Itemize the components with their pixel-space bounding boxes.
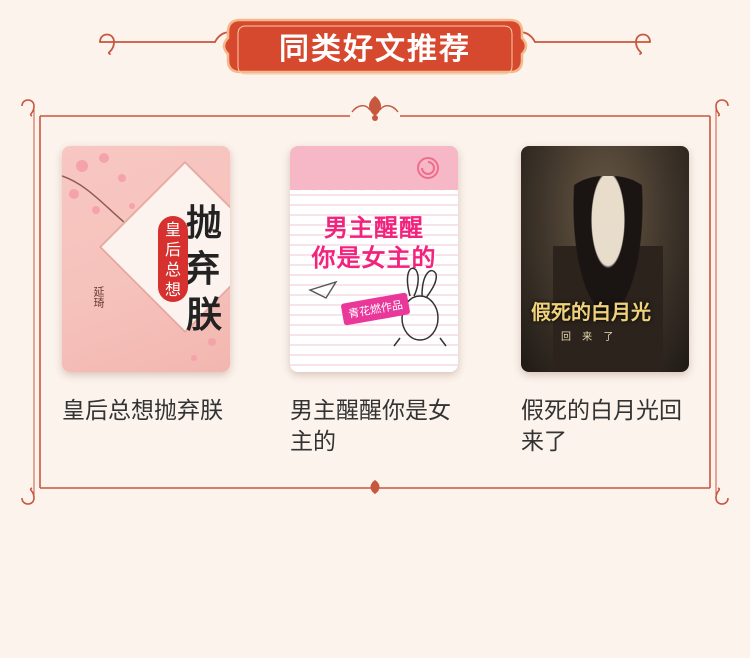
book-card-1[interactable]: 抛 弃 朕 皇后总想 延琦 皇后总想抛弃朕 (62, 146, 230, 427)
book-cover[interactable]: 男主醒醒 你是女主的 青花燃作品 (290, 146, 458, 372)
book-cover[interactable]: 抛 弃 朕 皇后总想 延琦 (62, 146, 230, 372)
book-title[interactable]: 男主醒醒你是女主的 (290, 396, 460, 458)
cover-subtitle-pill: 皇后总想 (158, 216, 188, 302)
cover-title: 假死的白月光 (531, 300, 651, 324)
book-title[interactable]: 假死的白月光回来了 (521, 396, 691, 458)
cover-char-2: 弃 (184, 248, 221, 290)
cover-subtitle: 回 来 了 (561, 332, 618, 343)
cover-char-1: 抛 (186, 202, 223, 244)
cover-char-3: 朕 (186, 294, 223, 336)
book-card-3[interactable]: 假死的白月光 回 来 了 假死的白月光回来了 (521, 146, 689, 458)
book-title[interactable]: 皇后总想抛弃朕 (62, 396, 232, 427)
book-cover[interactable]: 假死的白月光 回 来 了 (521, 146, 689, 372)
cover-author: 延琦 (92, 286, 105, 308)
bunny-doodle-icon (308, 267, 447, 347)
section-title: 同类好文推荐 (279, 32, 471, 67)
book-card-2[interactable]: 男主醒醒 你是女主的 青花燃作品 男主醒醒你是女主的 (290, 146, 458, 458)
